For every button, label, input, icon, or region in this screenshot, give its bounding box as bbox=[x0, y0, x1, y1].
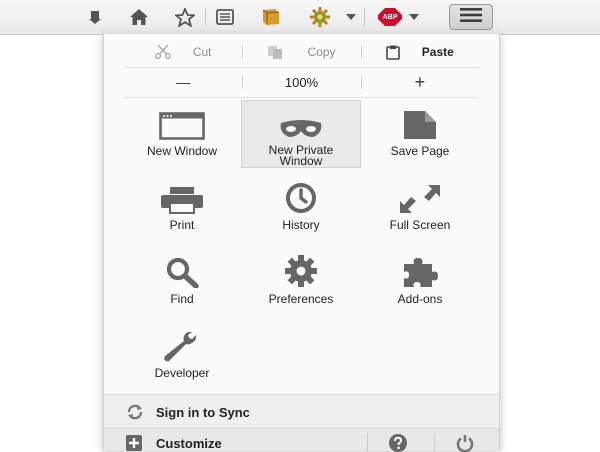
zoom-in-button[interactable]: + bbox=[360, 67, 479, 97]
preferences-button[interactable]: Preferences bbox=[241, 248, 361, 316]
zoom-controls: — 100% + bbox=[124, 67, 479, 98]
add-square-icon bbox=[126, 435, 142, 451]
printer-icon bbox=[160, 180, 204, 214]
clock-icon bbox=[285, 180, 317, 214]
cut-label: Cut bbox=[192, 45, 212, 59]
zoom-out-label: — bbox=[176, 74, 191, 90]
new-window-button[interactable]: New Window bbox=[122, 100, 242, 168]
puzzle-icon bbox=[400, 254, 440, 288]
history-label: History bbox=[282, 218, 320, 232]
main-menu-panel: Cut Copy Paste — 100% + New Window New P… bbox=[103, 34, 500, 452]
history-button[interactable]: History bbox=[241, 174, 361, 242]
zoom-out-button[interactable]: — bbox=[124, 67, 242, 97]
sync-icon bbox=[126, 404, 144, 420]
customize-button[interactable]: Customize bbox=[104, 429, 222, 451]
browser-toolbar: ABP bbox=[0, 0, 600, 35]
private-mask-icon bbox=[279, 107, 323, 139]
gear-icon bbox=[284, 254, 318, 288]
print-button[interactable]: Print bbox=[122, 174, 242, 242]
full-screen-label: Full Screen bbox=[389, 218, 451, 232]
full-screen-button[interactable]: Full Screen bbox=[360, 174, 480, 242]
save-page-icon bbox=[403, 106, 437, 140]
edit-controls: Cut Copy Paste bbox=[124, 37, 479, 68]
paste-button[interactable]: Paste bbox=[360, 37, 479, 67]
copy-button[interactable]: Copy bbox=[242, 37, 360, 67]
hamburger-icon bbox=[460, 7, 482, 27]
footer-separator bbox=[434, 433, 435, 451]
customize-label: Customize bbox=[156, 435, 222, 451]
fullscreen-icon bbox=[398, 180, 442, 214]
sign-in-to-sync-button[interactable]: Sign in to Sync bbox=[104, 394, 499, 429]
zoom-in-label: + bbox=[414, 71, 426, 92]
add-ons-label: Add-ons bbox=[397, 292, 443, 306]
new-window-label: New Window bbox=[146, 144, 218, 158]
menu-footer: Customize bbox=[104, 428, 499, 452]
preferences-label: Preferences bbox=[268, 292, 334, 306]
developer-label: Developer bbox=[154, 366, 210, 380]
extension-gear-icon[interactable] bbox=[308, 6, 332, 28]
chevron-down-icon[interactable] bbox=[408, 6, 420, 28]
clipboard-icon bbox=[385, 45, 400, 60]
copy-icon bbox=[267, 45, 285, 59]
add-ons-button[interactable]: Add-ons bbox=[360, 248, 480, 316]
bookmark-star-icon[interactable] bbox=[174, 6, 196, 28]
save-page-label: Save Page bbox=[390, 144, 450, 158]
zoom-reset-button[interactable]: 100% bbox=[242, 67, 360, 97]
new-private-window-button[interactable]: New Private Window bbox=[241, 100, 361, 168]
cut-button[interactable]: Cut bbox=[124, 37, 242, 67]
toolbar-separator bbox=[205, 8, 206, 26]
developer-button[interactable]: Developer bbox=[122, 322, 242, 390]
sign-in-to-sync-label: Sign in to Sync bbox=[156, 404, 250, 420]
new-private-window-label: New Private Window bbox=[268, 143, 334, 168]
copy-label: Copy bbox=[307, 45, 336, 59]
adblock-plus-icon[interactable]: ABP bbox=[376, 6, 404, 28]
scissors-icon bbox=[154, 45, 171, 59]
chevron-down-icon[interactable] bbox=[345, 6, 357, 28]
paste-label: Paste bbox=[421, 45, 454, 59]
open-menu-button[interactable] bbox=[449, 4, 493, 30]
zoom-level: 100% bbox=[284, 74, 319, 90]
download-arrow-icon[interactable] bbox=[88, 6, 102, 28]
bookmarks-list-icon[interactable] bbox=[214, 6, 236, 28]
pocket-book-icon[interactable] bbox=[260, 6, 282, 28]
new-window-icon bbox=[159, 106, 205, 140]
question-mark-icon bbox=[389, 434, 407, 452]
power-icon bbox=[456, 434, 474, 452]
footer-separator bbox=[367, 433, 368, 451]
help-button[interactable] bbox=[389, 434, 407, 452]
abp-label: ABP bbox=[382, 13, 398, 21]
find-label: Find bbox=[170, 292, 194, 306]
quit-button[interactable] bbox=[456, 434, 474, 452]
wrench-icon bbox=[162, 328, 202, 362]
toolbar-separator bbox=[364, 8, 365, 26]
save-page-button[interactable]: Save Page bbox=[360, 100, 480, 168]
home-icon[interactable] bbox=[128, 6, 150, 28]
print-label: Print bbox=[169, 218, 195, 232]
find-button[interactable]: Find bbox=[122, 248, 242, 316]
magnifier-icon bbox=[165, 254, 199, 288]
